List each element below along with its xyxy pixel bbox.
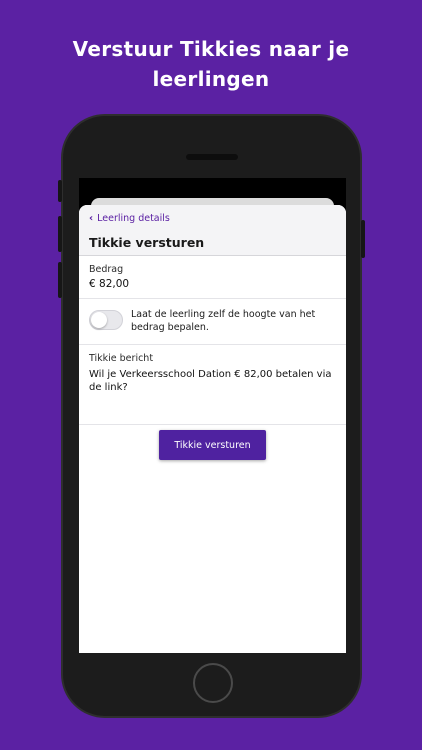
message-field[interactable]: Tikkie bericht Wil je Verkeersschool Dat… [79,345,346,425]
custom-amount-label: Laat de leerling zelf de hoogte van het … [131,309,316,333]
headline-line-2: leerlingen [152,67,270,91]
custom-amount-toggle[interactable] [89,310,123,330]
phone-speaker [186,154,238,160]
chevron-left-icon: ‹ [89,212,94,224]
send-tikkie-button[interactable]: Tikkie versturen [159,430,266,460]
message-value: Wil je Verkeersschool Dation € 82,00 bet… [89,369,332,393]
phone-frame: ‹ Leerling details Tikkie versturen Bedr… [58,114,365,718]
navigation-bar: ‹ Leerling details Tikkie versturen [79,205,346,256]
headline-line-1: Verstuur Tikkies naar je [72,37,350,61]
back-button-label: Leerling details [97,212,170,224]
toggle-knob [91,312,107,328]
mute-switch [58,180,62,202]
message-label: Tikkie bericht [89,353,154,364]
volume-down-button [58,262,62,298]
back-button[interactable]: ‹ Leerling details [89,211,336,225]
amount-value: € 82,00 [89,278,130,290]
button-container: Tikkie versturen [79,430,346,460]
custom-amount-row: Laat de leerling zelf de hoogte van het … [79,299,346,345]
amount-field[interactable]: Bedrag € 82,00 [79,256,346,299]
modal-sheet: ‹ Leerling details Tikkie versturen Bedr… [79,205,346,653]
promo-headline: Verstuur Tikkies naar je leerlingen [0,34,422,94]
volume-up-button [58,216,62,252]
power-button [361,220,365,258]
page-title: Tikkie versturen [89,235,205,250]
phone-screen: ‹ Leerling details Tikkie versturen Bedr… [79,178,346,653]
home-button [193,663,233,703]
amount-label: Bedrag [89,264,124,275]
